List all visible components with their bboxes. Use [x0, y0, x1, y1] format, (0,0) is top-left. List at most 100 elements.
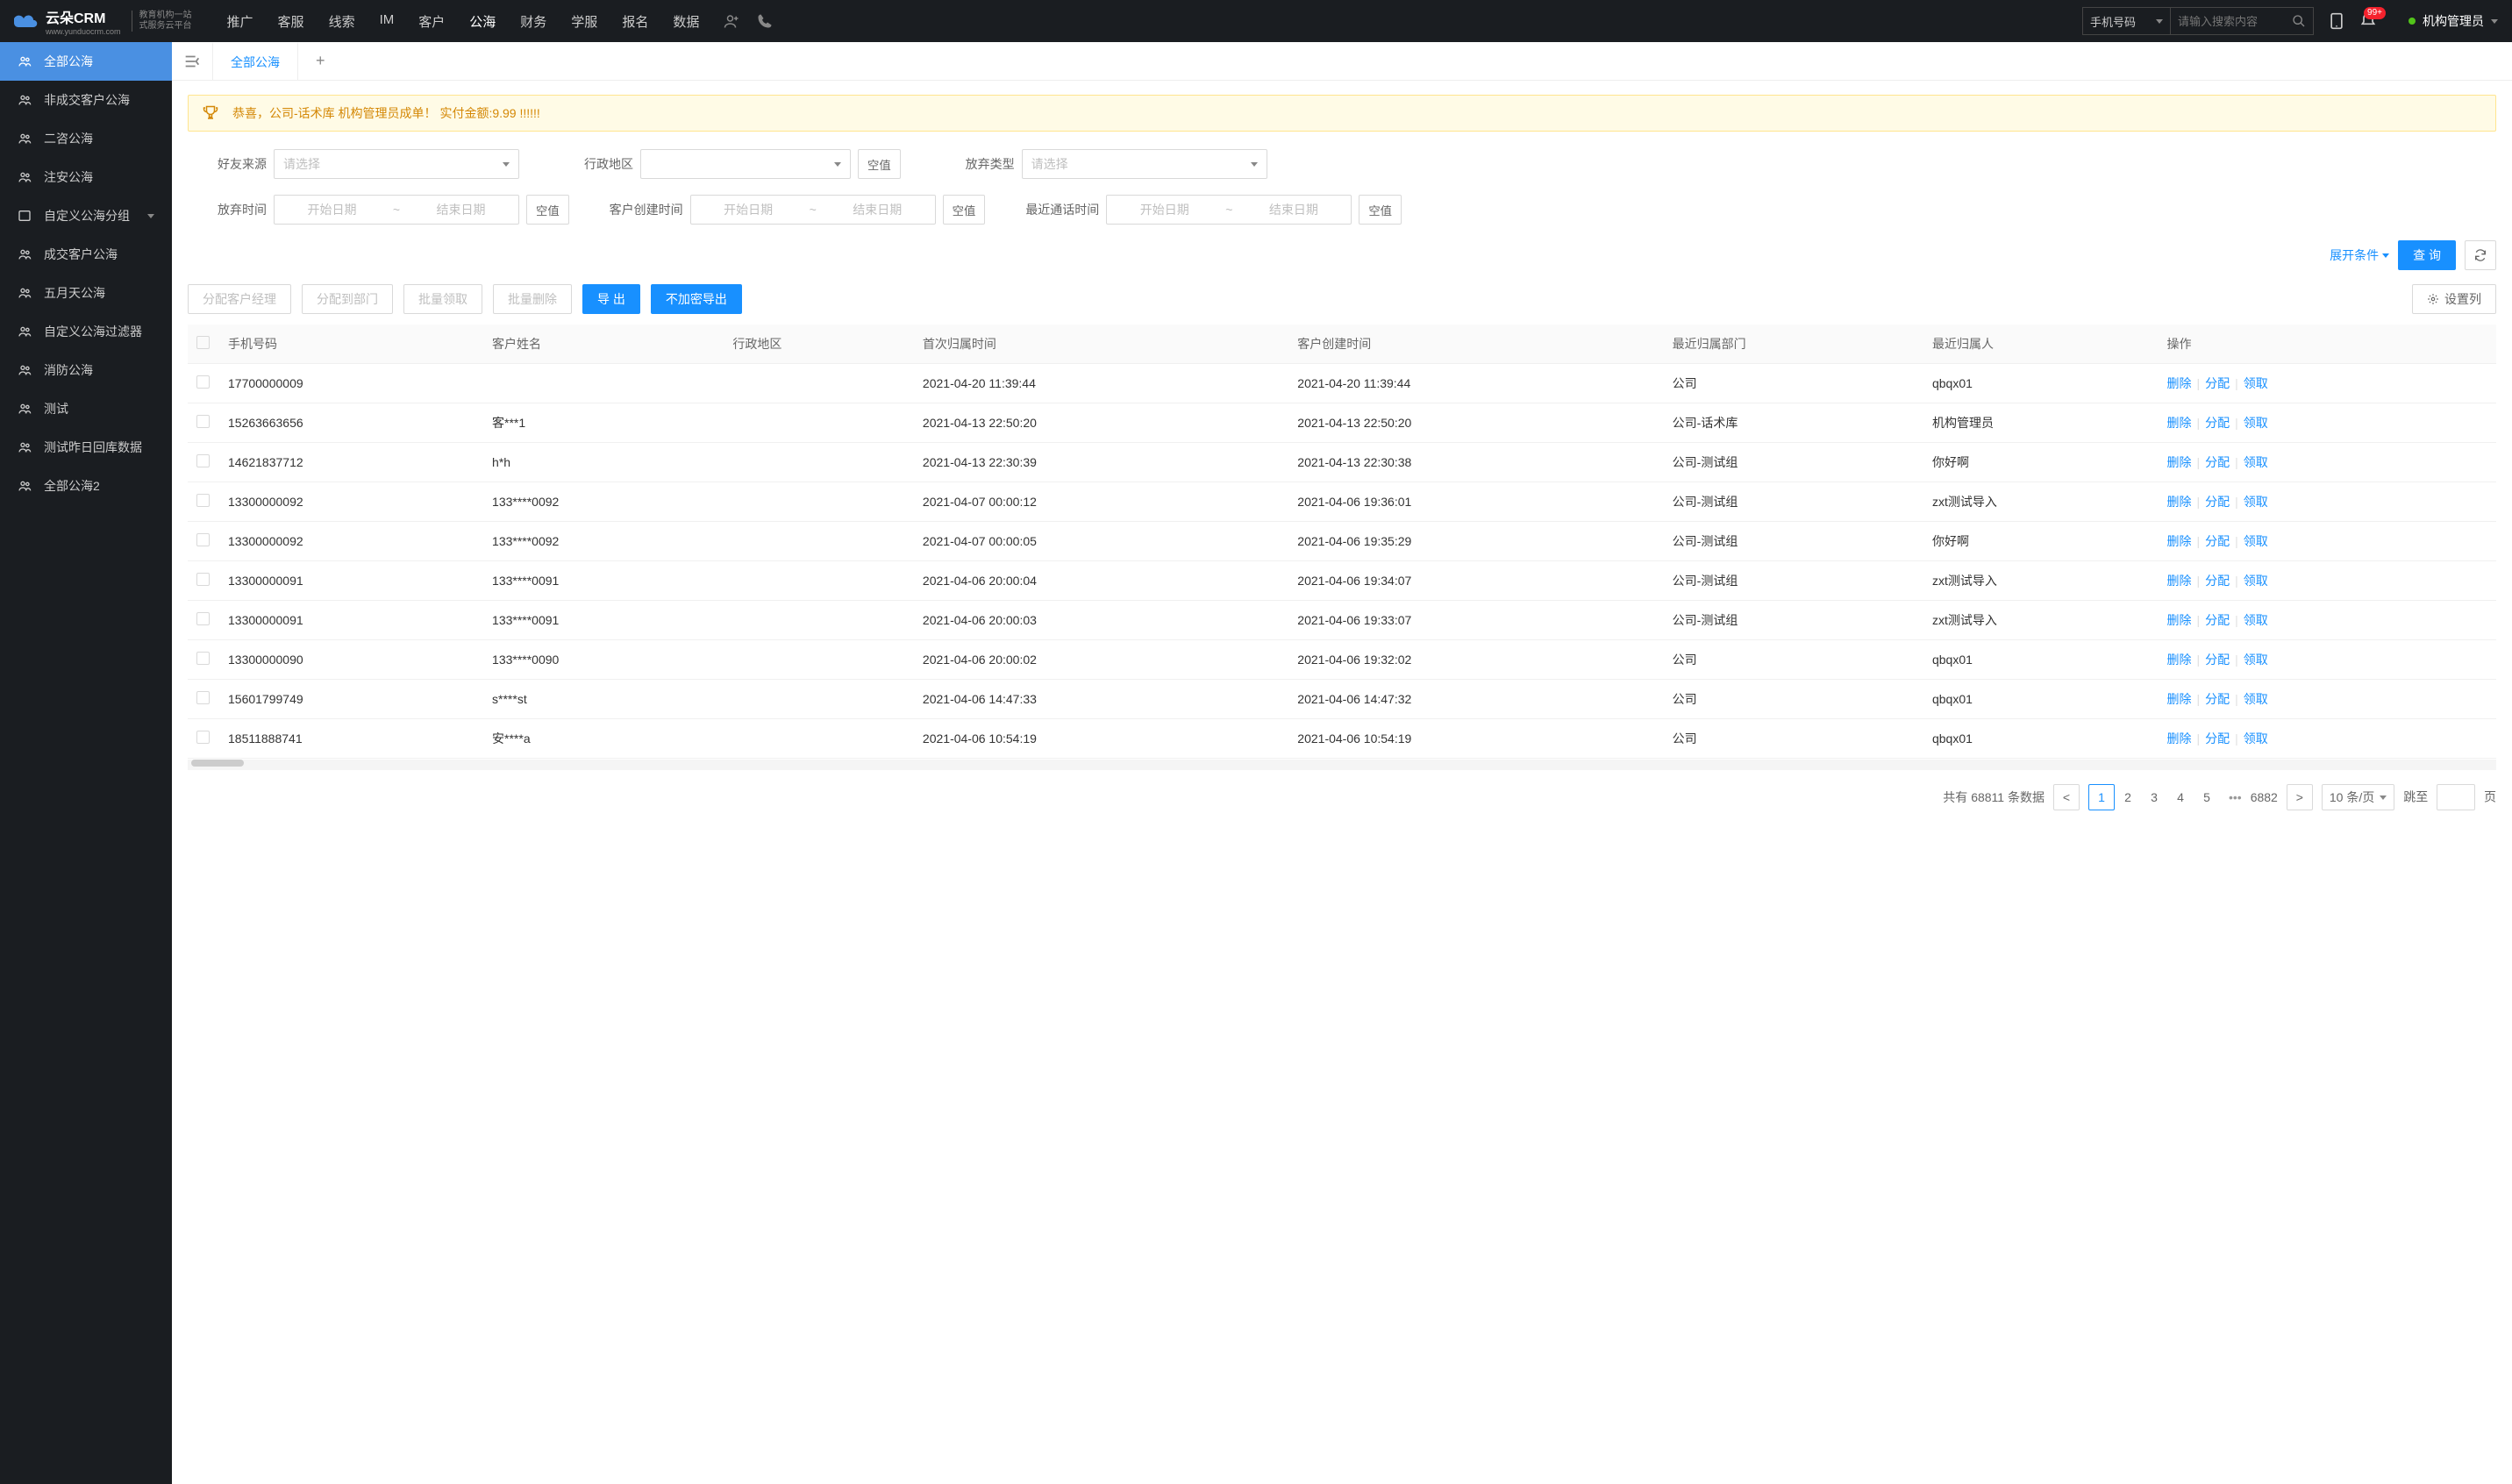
user-menu[interactable]: 机构管理员	[2409, 12, 2498, 30]
assign-dept-button[interactable]: 分配到部门	[302, 284, 393, 314]
export-plain-button[interactable]: 不加密导出	[651, 284, 742, 314]
refresh-button[interactable]	[2465, 240, 2496, 270]
filter-call-time-empty-button[interactable]: 空值	[1359, 195, 1402, 225]
filter-friend-source[interactable]: 请选择	[274, 149, 519, 179]
nav-item-3[interactable]: IM	[380, 12, 395, 31]
set-columns-button[interactable]: 设置列	[2412, 284, 2496, 314]
row-claim-button[interactable]: 领取	[2244, 653, 2268, 667]
row-assign-button[interactable]: 分配	[2205, 495, 2230, 509]
row-checkbox[interactable]	[196, 612, 210, 625]
row-assign-button[interactable]: 分配	[2205, 731, 2230, 746]
row-claim-button[interactable]: 领取	[2244, 613, 2268, 627]
nav-item-1[interactable]: 客服	[278, 12, 304, 31]
row-assign-button[interactable]: 分配	[2205, 534, 2230, 548]
sidebar-item-5[interactable]: 成交客户公海	[0, 235, 172, 274]
row-assign-button[interactable]: 分配	[2205, 455, 2230, 469]
nav-item-6[interactable]: 财务	[520, 12, 546, 31]
export-button[interactable]: 导 出	[582, 284, 640, 314]
nav-item-5[interactable]: 公海	[469, 12, 496, 31]
checkbox-all[interactable]	[196, 336, 210, 349]
row-assign-button[interactable]: 分配	[2205, 613, 2230, 627]
filter-region-empty-button[interactable]: 空值	[858, 149, 901, 179]
tab-add-button[interactable]: +	[298, 52, 343, 70]
row-assign-button[interactable]: 分配	[2205, 653, 2230, 667]
page-number-1[interactable]: 1	[2088, 784, 2115, 810]
assign-manager-button[interactable]: 分配客户经理	[188, 284, 291, 314]
row-assign-button[interactable]: 分配	[2205, 574, 2230, 588]
page-jump-input[interactable]	[2437, 784, 2475, 810]
sidebar-item-3[interactable]: 注安公海	[0, 158, 172, 196]
phone-icon[interactable]	[757, 13, 773, 29]
sidebar-item-9[interactable]: 测试	[0, 389, 172, 428]
row-checkbox[interactable]	[196, 691, 210, 704]
sidebar-item-4[interactable]: 自定义公海分组	[0, 196, 172, 235]
page-number-2[interactable]: 2	[2115, 784, 2141, 810]
menu-toggle-icon[interactable]	[182, 52, 202, 71]
row-delete-button[interactable]: 删除	[2166, 416, 2191, 430]
filter-call-time[interactable]: 开始日期~结束日期	[1106, 195, 1352, 225]
row-delete-button[interactable]: 删除	[2166, 574, 2191, 588]
sidebar-item-11[interactable]: 全部公海2	[0, 467, 172, 505]
sidebar-item-1[interactable]: 非成交客户公海	[0, 81, 172, 119]
page-prev-button[interactable]: <	[2053, 784, 2080, 810]
row-checkbox[interactable]	[196, 375, 210, 389]
row-delete-button[interactable]: 删除	[2166, 613, 2191, 627]
search-input[interactable]	[2171, 8, 2285, 34]
row-delete-button[interactable]: 删除	[2166, 376, 2191, 390]
filter-create-time[interactable]: 开始日期~结束日期	[690, 195, 936, 225]
row-claim-button[interactable]: 领取	[2244, 692, 2268, 706]
nav-item-8[interactable]: 报名	[622, 12, 648, 31]
page-next-button[interactable]: >	[2287, 784, 2313, 810]
nav-item-0[interactable]: 推广	[227, 12, 253, 31]
page-size-select[interactable]: 10 条/页	[2322, 784, 2394, 810]
row-delete-button[interactable]: 删除	[2166, 534, 2191, 548]
row-checkbox[interactable]	[196, 454, 210, 467]
filter-region[interactable]	[640, 149, 851, 179]
horizontal-scrollbar[interactable]	[188, 760, 2496, 770]
nav-item-4[interactable]: 客户	[418, 12, 445, 31]
row-delete-button[interactable]: 删除	[2166, 731, 2191, 746]
row-claim-button[interactable]: 领取	[2244, 416, 2268, 430]
sidebar-item-6[interactable]: 五月天公海	[0, 274, 172, 312]
row-claim-button[interactable]: 领取	[2244, 455, 2268, 469]
nav-item-7[interactable]: 学服	[571, 12, 597, 31]
row-assign-button[interactable]: 分配	[2205, 416, 2230, 430]
page-number-3[interactable]: 3	[2141, 784, 2167, 810]
filter-abandon-time-empty-button[interactable]: 空值	[526, 195, 569, 225]
batch-claim-button[interactable]: 批量领取	[403, 284, 482, 314]
row-checkbox[interactable]	[196, 731, 210, 744]
row-checkbox[interactable]	[196, 652, 210, 665]
expand-filters-button[interactable]: 展开条件	[2330, 246, 2389, 264]
filter-abandon-type[interactable]: 请选择	[1022, 149, 1267, 179]
sidebar-item-0[interactable]: 全部公海	[0, 42, 172, 81]
nav-item-9[interactable]: 数据	[673, 12, 699, 31]
row-delete-button[interactable]: 删除	[2166, 692, 2191, 706]
row-delete-button[interactable]: 删除	[2166, 495, 2191, 509]
row-delete-button[interactable]: 删除	[2166, 455, 2191, 469]
batch-delete-button[interactable]: 批量删除	[493, 284, 572, 314]
sidebar-item-8[interactable]: 消防公海	[0, 351, 172, 389]
row-claim-button[interactable]: 领取	[2244, 376, 2268, 390]
sidebar-item-2[interactable]: 二咨公海	[0, 119, 172, 158]
page-number-4[interactable]: 4	[2167, 784, 2194, 810]
page-last[interactable]: 6882	[2251, 784, 2278, 810]
row-assign-button[interactable]: 分配	[2205, 692, 2230, 706]
nav-item-2[interactable]: 线索	[329, 12, 355, 31]
bell-icon[interactable]: 99+	[2359, 12, 2377, 30]
filter-abandon-time[interactable]: 开始日期~结束日期	[274, 195, 519, 225]
row-checkbox[interactable]	[196, 533, 210, 546]
search-button[interactable]	[2285, 8, 2313, 34]
row-claim-button[interactable]: 领取	[2244, 731, 2268, 746]
sidebar-item-7[interactable]: 自定义公海过滤器	[0, 312, 172, 351]
sidebar-item-10[interactable]: 测试昨日回库数据	[0, 428, 172, 467]
query-button[interactable]: 查 询	[2398, 240, 2456, 270]
row-checkbox[interactable]	[196, 573, 210, 586]
add-user-icon[interactable]	[724, 13, 739, 29]
search-type-select[interactable]: 手机号码	[2083, 8, 2171, 34]
row-assign-button[interactable]: 分配	[2205, 376, 2230, 390]
page-number-5[interactable]: 5	[2194, 784, 2220, 810]
row-checkbox[interactable]	[196, 494, 210, 507]
row-delete-button[interactable]: 删除	[2166, 653, 2191, 667]
row-claim-button[interactable]: 领取	[2244, 495, 2268, 509]
row-checkbox[interactable]	[196, 415, 210, 428]
